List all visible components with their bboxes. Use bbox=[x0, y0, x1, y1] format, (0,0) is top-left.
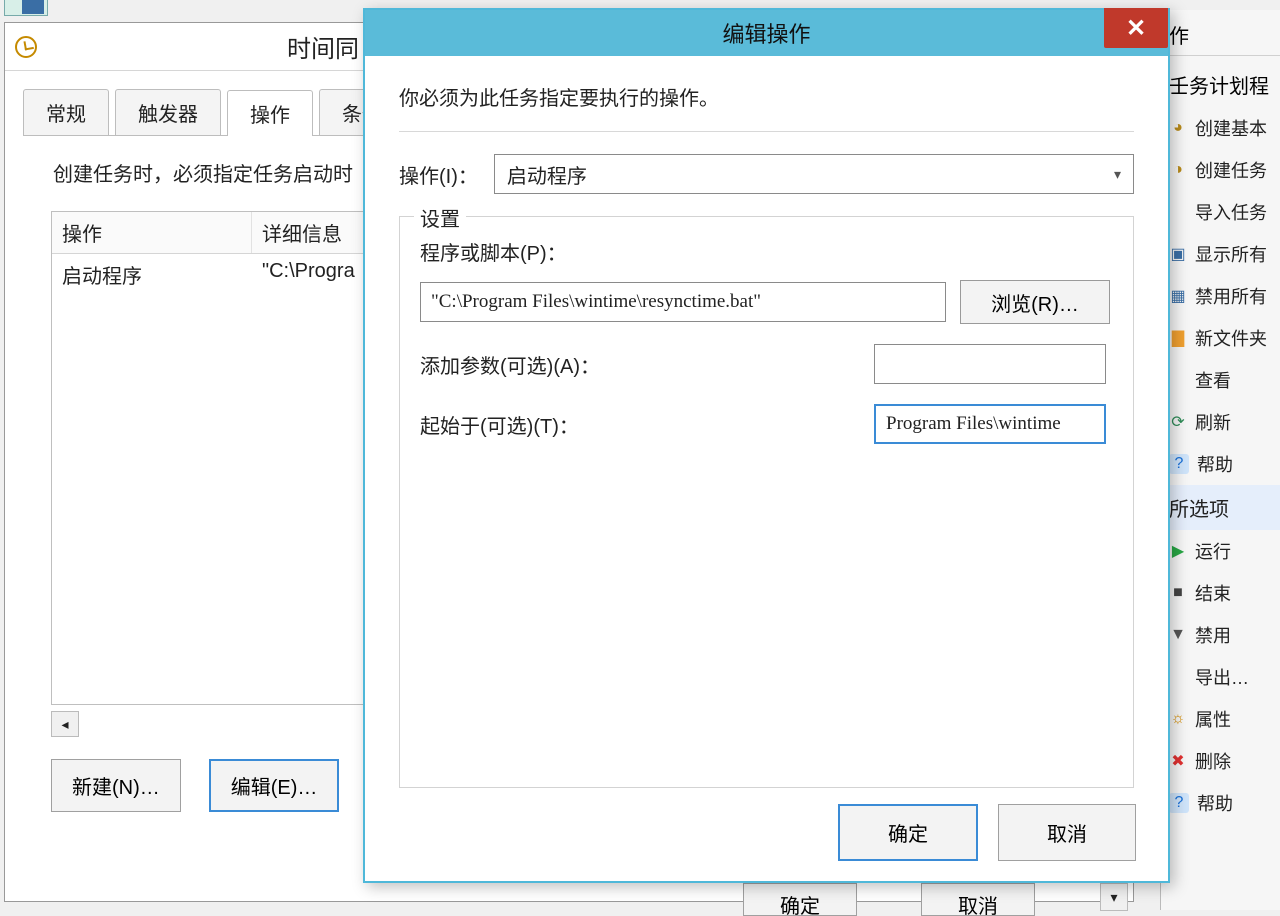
parent-cancel-button[interactable]: 取消 bbox=[921, 883, 1035, 916]
parent-window-title: 时间同 bbox=[287, 29, 359, 64]
program-input[interactable]: "C:\Program Files\wintime\resynctime.bat… bbox=[420, 282, 946, 322]
action-create-task[interactable]: ◑创建任务 bbox=[1161, 149, 1280, 191]
action-properties[interactable]: ☼属性 bbox=[1161, 698, 1280, 740]
clock-icon bbox=[15, 36, 37, 58]
close-icon: ✖ bbox=[1169, 752, 1187, 770]
app-icon-overlay bbox=[22, 0, 44, 14]
table-header: 操作 详细信息 bbox=[52, 212, 380, 254]
ok-button[interactable]: 确定 bbox=[838, 804, 978, 861]
chevron-down-icon: ▾ bbox=[1114, 166, 1121, 183]
action-run[interactable]: ▶运行 bbox=[1161, 530, 1280, 572]
startin-input[interactable]: Program Files\wintime bbox=[874, 404, 1106, 444]
col-action-header[interactable]: 操作 bbox=[52, 212, 252, 253]
blank-icon bbox=[1169, 668, 1187, 686]
display-icon: ▣ bbox=[1169, 245, 1187, 263]
folder-icon: ▇ bbox=[1169, 329, 1187, 347]
program-label: 程序或脚本(P)： bbox=[420, 237, 1113, 266]
action-new-folder[interactable]: ▇新文件夹 bbox=[1161, 317, 1280, 359]
clock-icon: ◑ bbox=[1169, 161, 1187, 179]
arguments-input[interactable] bbox=[874, 344, 1106, 384]
startin-label: 起始于(可选)(T)： bbox=[420, 410, 860, 439]
play-icon: ▶ bbox=[1169, 542, 1187, 560]
chevron-down-icon: ▼ bbox=[1169, 626, 1187, 644]
gear-icon: ☼ bbox=[1169, 710, 1187, 728]
new-button[interactable]: 新建(N)… bbox=[51, 759, 181, 812]
action-select[interactable]: 启动程序 ▾ bbox=[494, 154, 1134, 194]
help-icon: ? bbox=[1169, 454, 1189, 474]
parent-ok-button[interactable]: 确定 bbox=[743, 883, 857, 916]
refresh-icon: ⟳ bbox=[1169, 413, 1187, 431]
lock-icon: ▦ bbox=[1169, 287, 1187, 305]
cancel-button[interactable]: 取消 bbox=[998, 804, 1136, 861]
help-icon: ? bbox=[1169, 793, 1189, 813]
action-end[interactable]: ■结束 bbox=[1161, 572, 1280, 614]
action-export[interactable]: 导出… bbox=[1161, 656, 1280, 698]
action-view[interactable]: 查看 bbox=[1161, 359, 1280, 401]
action-delete[interactable]: ✖删除 bbox=[1161, 740, 1280, 782]
modal-titlebar[interactable]: 编辑操作 ✕ bbox=[365, 10, 1168, 56]
scroll-down-button[interactable]: ▾ bbox=[1100, 883, 1128, 911]
tab-general[interactable]: 常规 bbox=[23, 89, 109, 135]
blank-icon bbox=[1169, 371, 1187, 389]
actions-panel: 作 壬务计划程 ◕创建基本 ◑创建任务 导入任务 ▣显示所有 ▦禁用所有 ▇新文… bbox=[1160, 10, 1280, 910]
tab-triggers[interactable]: 触发器 bbox=[115, 89, 221, 135]
tab-actions[interactable]: 操作 bbox=[227, 90, 313, 136]
divider bbox=[399, 131, 1134, 132]
col-detail-header[interactable]: 详细信息 bbox=[252, 212, 380, 253]
action-refresh[interactable]: ⟳刷新 bbox=[1161, 401, 1280, 443]
actions-table: 操作 详细信息 启动程序 "C:\Progra bbox=[51, 211, 381, 705]
clock-icon: ◕ bbox=[1169, 119, 1187, 137]
close-button[interactable]: ✕ bbox=[1104, 8, 1168, 48]
arguments-label: 添加参数(可选)(A)： bbox=[420, 350, 860, 379]
row-detail-cell: "C:\Progra bbox=[252, 254, 380, 295]
row-action-cell: 启动程序 bbox=[52, 254, 252, 295]
action-help-2[interactable]: ?帮助 bbox=[1161, 782, 1280, 824]
actions-subheader-label: 壬务计划程 bbox=[1161, 56, 1280, 107]
stop-icon: ■ bbox=[1169, 584, 1187, 602]
modal-instruction: 你必须为此任务指定要执行的操作。 bbox=[399, 82, 1134, 111]
browse-button[interactable]: 浏览(R)… bbox=[960, 280, 1110, 324]
action-help[interactable]: ?帮助 bbox=[1161, 443, 1280, 485]
edit-button[interactable]: 编辑(E)… bbox=[209, 759, 340, 812]
table-row[interactable]: 启动程序 "C:\Progra bbox=[52, 254, 380, 295]
action-label: 操作(I)： bbox=[399, 160, 478, 189]
action-select-value: 启动程序 bbox=[507, 160, 587, 189]
action-create-basic-task[interactable]: ◕创建基本 bbox=[1161, 107, 1280, 149]
actions-section-selected: 所选项 bbox=[1161, 485, 1280, 530]
group-title: 设置 bbox=[414, 203, 466, 232]
edit-action-dialog: 编辑操作 ✕ 你必须为此任务指定要执行的操作。 操作(I)： 启动程序 ▾ 设置… bbox=[363, 8, 1170, 883]
actions-header-label: 作 bbox=[1161, 10, 1280, 56]
action-show-all[interactable]: ▣显示所有 bbox=[1161, 233, 1280, 275]
scroll-left-button[interactable]: ◂ bbox=[51, 711, 79, 737]
blank-icon bbox=[1169, 203, 1187, 221]
modal-title: 编辑操作 bbox=[722, 17, 810, 49]
action-disable-all[interactable]: ▦禁用所有 bbox=[1161, 275, 1280, 317]
parent-ok-cancel-row: 确定 取消 bbox=[743, 883, 1035, 916]
settings-group: 设置 程序或脚本(P)： "C:\Program Files\wintime\r… bbox=[399, 216, 1134, 788]
action-import-task[interactable]: 导入任务 bbox=[1161, 191, 1280, 233]
action-disable[interactable]: ▼禁用 bbox=[1161, 614, 1280, 656]
